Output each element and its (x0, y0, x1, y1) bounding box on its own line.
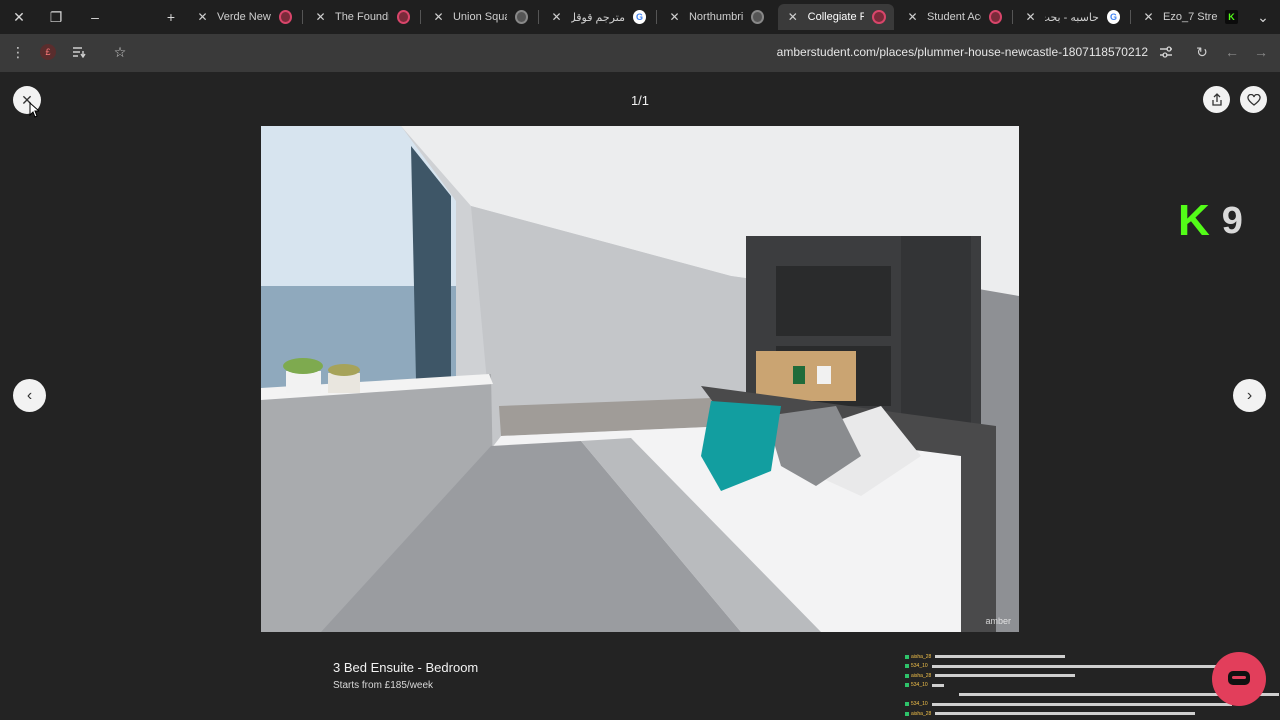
tab-close-icon[interactable]: ✕ (314, 10, 327, 24)
tab-list-chevron-down-icon[interactable]: ⌄ (1252, 6, 1274, 28)
tab-title: مترجم قوقل - (571, 11, 625, 24)
chat-username: aisha_28 (911, 710, 932, 717)
tab-verde[interactable]: ✕ Verde Newca (188, 4, 300, 30)
tab-close-icon[interactable]: ✕ (1142, 10, 1155, 24)
minimize-window-icon[interactable]: – (84, 6, 106, 28)
amber-icon (278, 10, 292, 24)
amber-icon (396, 10, 410, 24)
favorite-button[interactable] (1240, 86, 1267, 113)
forward-arrow-icon[interactable]: → (1250, 41, 1272, 63)
restore-window-icon[interactable]: ❐ (45, 6, 67, 28)
tab-foundry[interactable]: ✕ The Foundry (306, 4, 418, 30)
tab-title: Student Acco (926, 11, 981, 23)
tab-title: The Foundry (334, 11, 389, 23)
tab-google-translate[interactable]: ✕ مترجم قوقل - G (542, 4, 654, 30)
bookmark-star-icon[interactable]: ☆ (109, 41, 131, 63)
extension-icon[interactable]: £ (40, 44, 56, 60)
kick-logo-icon: K (1178, 196, 1210, 245)
photo-watermark: amber (985, 616, 1011, 626)
close-window-icon[interactable]: ✕ (8, 6, 30, 28)
previous-image-button[interactable]: ‹ (13, 379, 46, 412)
share-button[interactable] (1203, 86, 1230, 113)
browser-tab-bar: ✕ ❐ – + ✕ Verde Newca ✕ The Foundry ✕ Un… (0, 0, 1280, 34)
tab-title: Verde Newca (216, 11, 271, 23)
tab-kick-stream[interactable]: ✕ Ezo_7 Stream K (1134, 4, 1246, 30)
chat-bubble-icon (1228, 671, 1250, 685)
site-settings-icon[interactable] (1155, 41, 1177, 63)
image-counter: 1/1 (630, 93, 650, 108)
new-tab-icon[interactable]: + (160, 6, 182, 28)
overlay-counter: 9 (1221, 199, 1243, 242)
kick-icon: K (1224, 10, 1238, 24)
room-photo: amber (261, 126, 1019, 632)
tab-close-icon[interactable]: ✕ (786, 10, 800, 24)
reading-list-icon[interactable] (68, 41, 90, 63)
share-icon (1211, 93, 1222, 106)
google-icon: G (632, 10, 646, 24)
chat-username: 534_10 (911, 701, 928, 708)
room-title: 3 Bed Ensuite - Bedroom (333, 660, 479, 675)
chat-username: 534_10 (911, 682, 928, 689)
back-arrow-icon[interactable]: ← (1221, 41, 1243, 63)
kick-stream-overlay: K 9 (1178, 196, 1264, 245)
google-icon: G (1106, 10, 1120, 24)
address-bar[interactable]: amberstudent.com/places/plummer-house-ne… (777, 45, 1148, 59)
tab-collegiate-active[interactable]: ✕ Collegiate Pl (778, 4, 894, 30)
tab-close-icon[interactable]: ✕ (550, 10, 563, 24)
tab-close-icon[interactable]: ✕ (432, 10, 445, 24)
tab-close-icon[interactable]: ✕ (906, 10, 919, 24)
tab-close-icon[interactable]: ✕ (196, 10, 209, 24)
chat-message: aisha_28 (905, 709, 1280, 719)
tab-student-acco[interactable]: ✕ Student Acco (898, 4, 1010, 30)
tab-close-icon[interactable]: ✕ (668, 10, 681, 24)
chat-username: aisha_28 (911, 672, 932, 679)
menu-kebab-icon[interactable]: ⋮ (7, 41, 29, 63)
tab-northumbria[interactable]: ✕ Northumbria (660, 4, 772, 30)
tab-title: حاسبه - بحث (1045, 11, 1099, 24)
reload-icon[interactable]: ↻ (1191, 41, 1213, 63)
tab-title: Collegiate Pl (807, 11, 865, 23)
tab-close-icon[interactable]: ✕ (1024, 10, 1037, 24)
grey-s-icon (750, 10, 764, 24)
tab-title: Ezo_7 Stream (1163, 11, 1217, 23)
bedroom-image (261, 126, 1019, 632)
tab-calculator-search[interactable]: ✕ حاسبه - بحث G (1016, 4, 1128, 30)
amber-icon (988, 10, 1002, 24)
room-price: Starts from £185/week (333, 680, 434, 691)
chevron-left-icon: ‹ (26, 386, 33, 404)
help-chat-button[interactable] (1212, 652, 1266, 706)
chat-username: 534_10 (911, 663, 928, 670)
amber-icon (872, 10, 886, 24)
tab-title: Northumbria (688, 11, 743, 23)
chevron-right-icon: › (1246, 386, 1253, 404)
heart-icon (1246, 93, 1261, 106)
tab-title: Union Square (452, 11, 507, 23)
tab-union-square[interactable]: ✕ Union Square (424, 4, 536, 30)
next-image-button[interactable]: › (1233, 379, 1266, 412)
chat-username: aisha_28 (911, 653, 932, 660)
grey-s-icon (514, 10, 528, 24)
mouse-cursor-icon (29, 102, 39, 118)
